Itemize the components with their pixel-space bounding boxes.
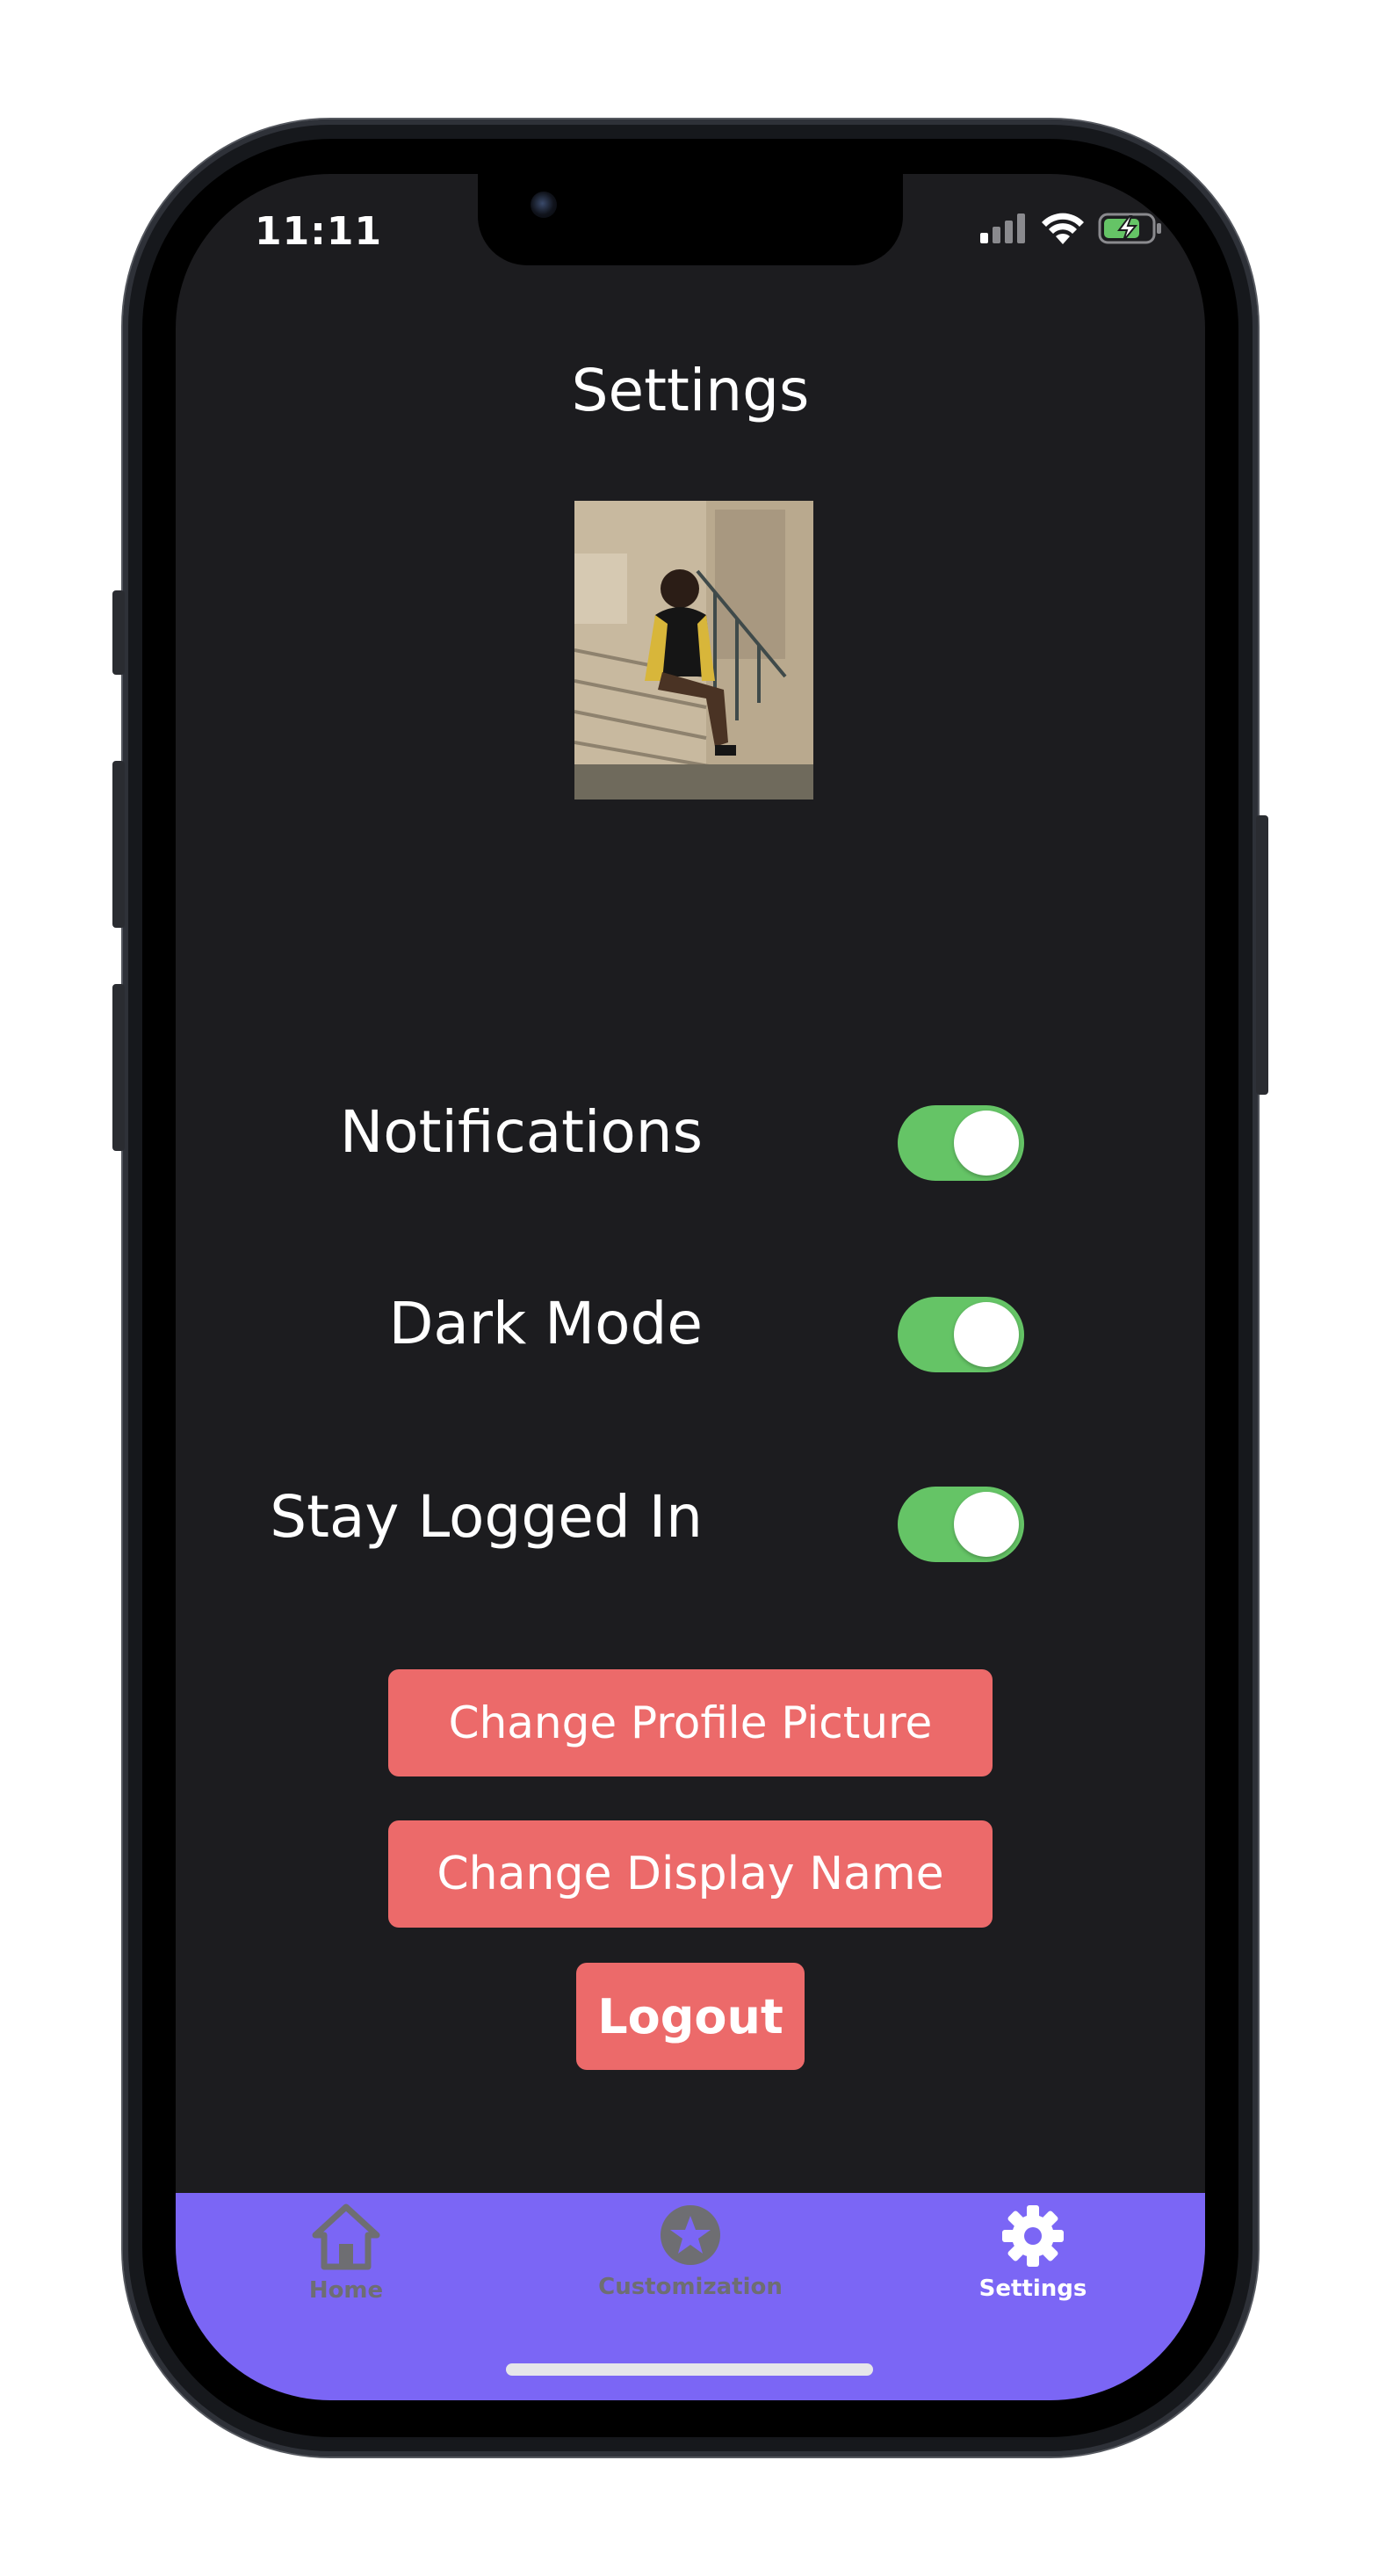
status-icons xyxy=(980,213,1163,244)
dark-mode-toggle[interactable] xyxy=(898,1297,1024,1372)
front-camera xyxy=(531,192,557,218)
home-icon xyxy=(312,2203,380,2270)
notch xyxy=(478,174,903,265)
home-indicator[interactable] xyxy=(506,2363,873,2376)
notifications-label: Notifications xyxy=(339,1098,703,1166)
tab-settings[interactable]: Settings xyxy=(884,2203,1182,2302)
status-time: 11:11 xyxy=(255,209,383,254)
power-button xyxy=(1256,815,1268,1095)
silent-switch xyxy=(112,590,125,675)
toggle-knob xyxy=(954,1492,1019,1557)
toggle-knob xyxy=(954,1111,1019,1176)
gear-icon xyxy=(1002,2205,1064,2267)
battery-charging-icon xyxy=(1098,213,1161,244)
app-screen: 11:11 Settings Notifications Dark Mode S… xyxy=(176,174,1205,2400)
tab-home[interactable]: Home xyxy=(197,2203,495,2304)
stay-logged-in-label: Stay Logged In xyxy=(270,1483,703,1551)
volume-up-button xyxy=(112,761,125,928)
logout-button[interactable]: Logout xyxy=(576,1963,805,2070)
tab-home-label: Home xyxy=(308,2277,384,2304)
tab-customization[interactable]: Customization xyxy=(541,2203,840,2300)
profile-photo xyxy=(574,501,813,800)
profile-picture[interactable] xyxy=(574,501,813,800)
change-display-name-button[interactable]: Change Display Name xyxy=(388,1820,993,1928)
dark-mode-label: Dark Mode xyxy=(388,1290,703,1357)
volume-down-button xyxy=(112,984,125,1151)
wifi-icon xyxy=(1042,213,1084,244)
notifications-toggle[interactable] xyxy=(898,1105,1024,1181)
star-circle-icon xyxy=(661,2205,720,2265)
change-profile-picture-button[interactable]: Change Profile Picture xyxy=(388,1669,993,1776)
stay-logged-in-toggle[interactable] xyxy=(898,1487,1024,1562)
tab-customization-label: Customization xyxy=(598,2274,783,2300)
tab-settings-label: Settings xyxy=(978,2276,1087,2302)
toggle-knob xyxy=(954,1302,1019,1367)
cellular-signal-icon xyxy=(980,213,1025,243)
page-title: Settings xyxy=(571,357,810,424)
